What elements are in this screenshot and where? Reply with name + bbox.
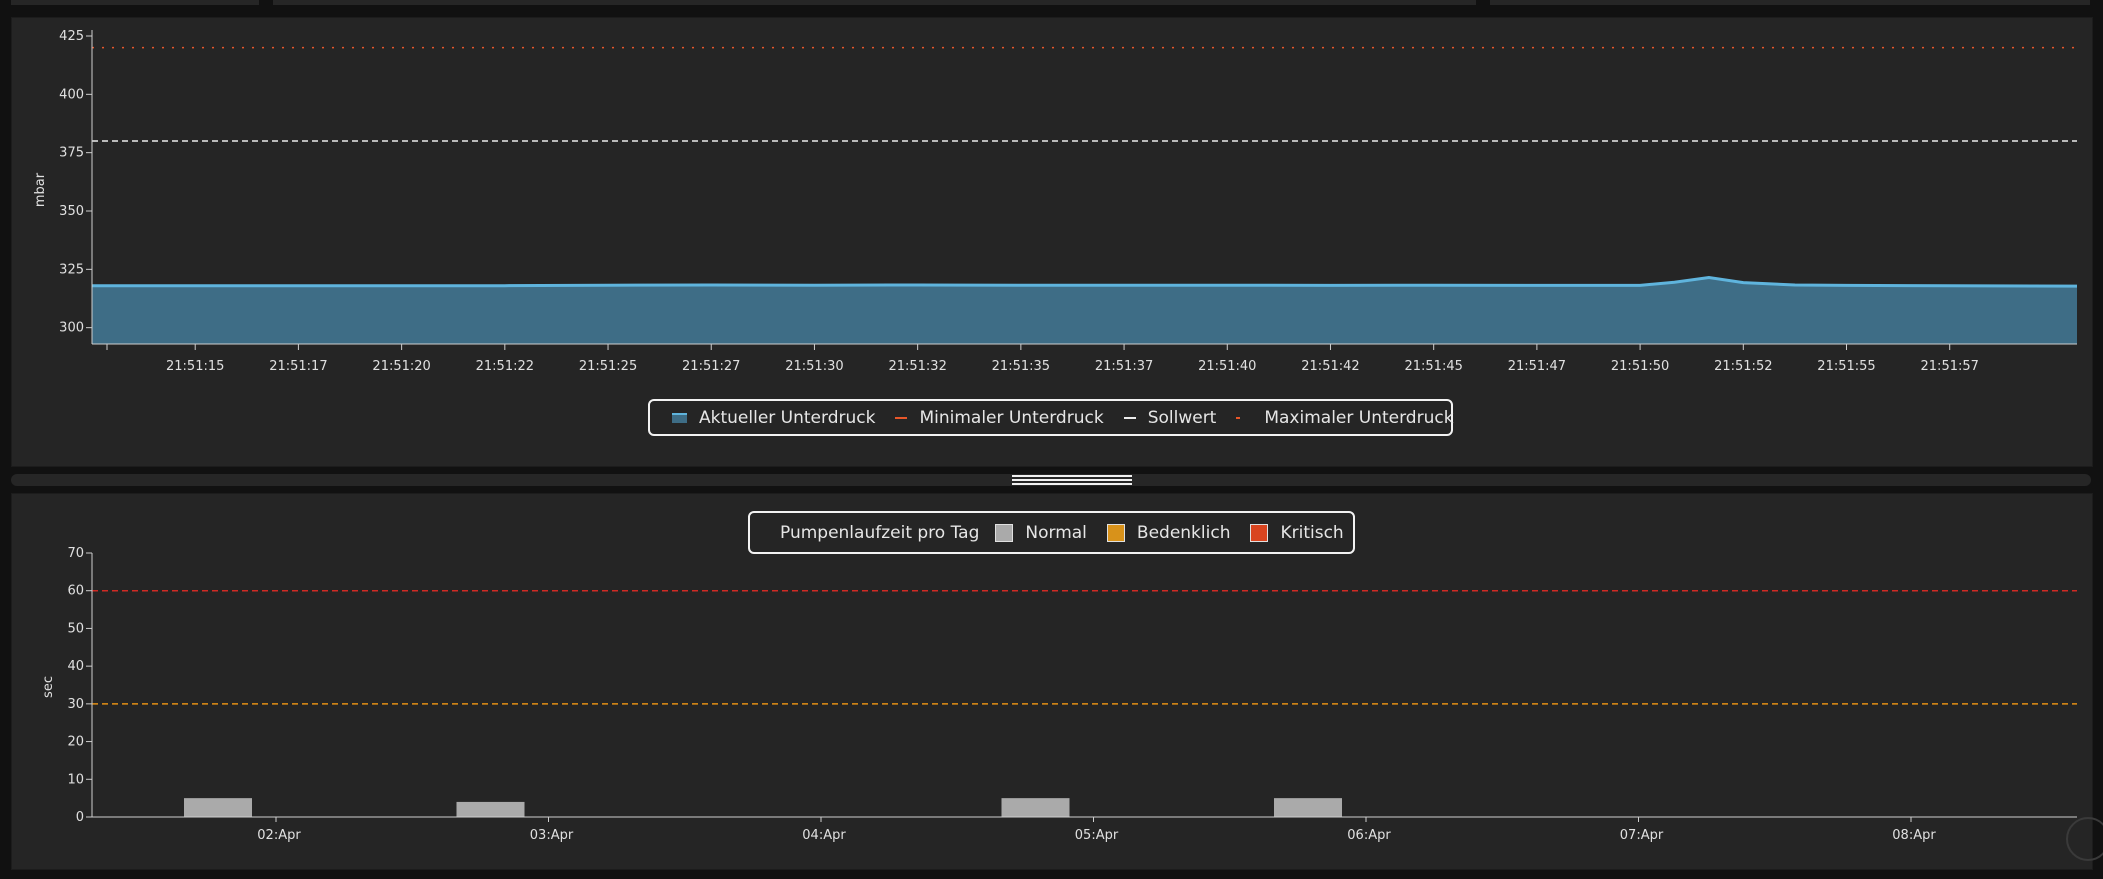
- legend-label: Aktueller Unterdruck: [699, 407, 876, 428]
- runtime-bar: [184, 798, 252, 817]
- legend-label: Bedenklich: [1136, 522, 1231, 543]
- runtime-y-tick-label: 60: [67, 584, 84, 599]
- runtime-legend: Pumpenlaufzeit pro Tag Normal Bedenklich…: [748, 511, 1355, 554]
- runtime-y-tick-label: 40: [67, 659, 84, 674]
- runtime-x-tick-label: 06:Apr: [1347, 828, 1391, 843]
- legend-title: Pumpenlaufzeit pro Tag: [780, 522, 980, 543]
- runtime-y-tick-label: 10: [67, 772, 84, 787]
- runtime-x-tick-label: 05:Apr: [1075, 828, 1119, 843]
- runtime-x-tick-label: 08:Apr: [1892, 828, 1936, 843]
- runtime-y-tick-label: 70: [67, 546, 84, 561]
- legend-label: Minimaler Unterdruck: [919, 407, 1104, 428]
- runtime-x-tick-label: 04:Apr: [802, 828, 846, 843]
- runtime-y-tick-label: 20: [67, 735, 84, 750]
- pressure-legend: Aktueller Unterdruck Minimaler Unterdruc…: [648, 399, 1454, 436]
- runtime-x-tick-label: 02:Apr: [257, 828, 301, 843]
- legend-item-warning[interactable]: Bedenklich: [1106, 522, 1231, 543]
- legend-label: Normal: [1025, 522, 1087, 543]
- legend-label: Sollwert: [1147, 407, 1217, 428]
- runtime-chart: 0 10 20 30 40 50 60 70 02:Apr 03:Apr 04:Apr 05:Apr 0…: [41, 546, 2077, 843]
- dash-swatch-icon: [895, 416, 908, 419]
- runtime-y-tick-label: 0: [76, 810, 84, 825]
- legend-item-min-pressure[interactable]: Minimaler Unterdruck: [895, 407, 1104, 428]
- runtime-bar: [1274, 798, 1342, 817]
- dash-swatch-icon: [1123, 416, 1136, 419]
- legend-item-setpoint[interactable]: Sollwert: [1123, 407, 1217, 428]
- runtime-x-tick-label: 07:Apr: [1620, 828, 1664, 843]
- runtime-bar: [1001, 798, 1070, 817]
- legend-item-max-pressure[interactable]: Maximaler Unterdruck: [1236, 407, 1454, 428]
- runtime-y-tick-label: 50: [67, 621, 84, 636]
- runtime-reference-lines: [92, 589, 2077, 705]
- legend-item-critical[interactable]: Kritisch: [1250, 522, 1344, 543]
- legend-item-current-pressure[interactable]: Aktueller Unterdruck: [672, 408, 875, 428]
- legend-label: Maximaler Unterdruck: [1264, 407, 1454, 428]
- runtime-y-axis-title: sec: [41, 676, 56, 698]
- runtime-bar: [456, 801, 525, 817]
- dot-swatch-icon: [1236, 416, 1241, 419]
- normal-swatch-icon: [995, 523, 1014, 542]
- area-swatch-icon: [672, 412, 687, 423]
- warning-swatch-icon: [1106, 523, 1125, 542]
- legend-item-normal[interactable]: Normal: [995, 523, 1087, 543]
- runtime-x-tick-label: 03:Apr: [530, 828, 574, 843]
- runtime-bars: [184, 798, 1342, 817]
- critical-swatch-icon: [1250, 523, 1269, 542]
- runtime-y-tick-label: 30: [67, 697, 84, 712]
- legend-label: Kritisch: [1280, 522, 1344, 543]
